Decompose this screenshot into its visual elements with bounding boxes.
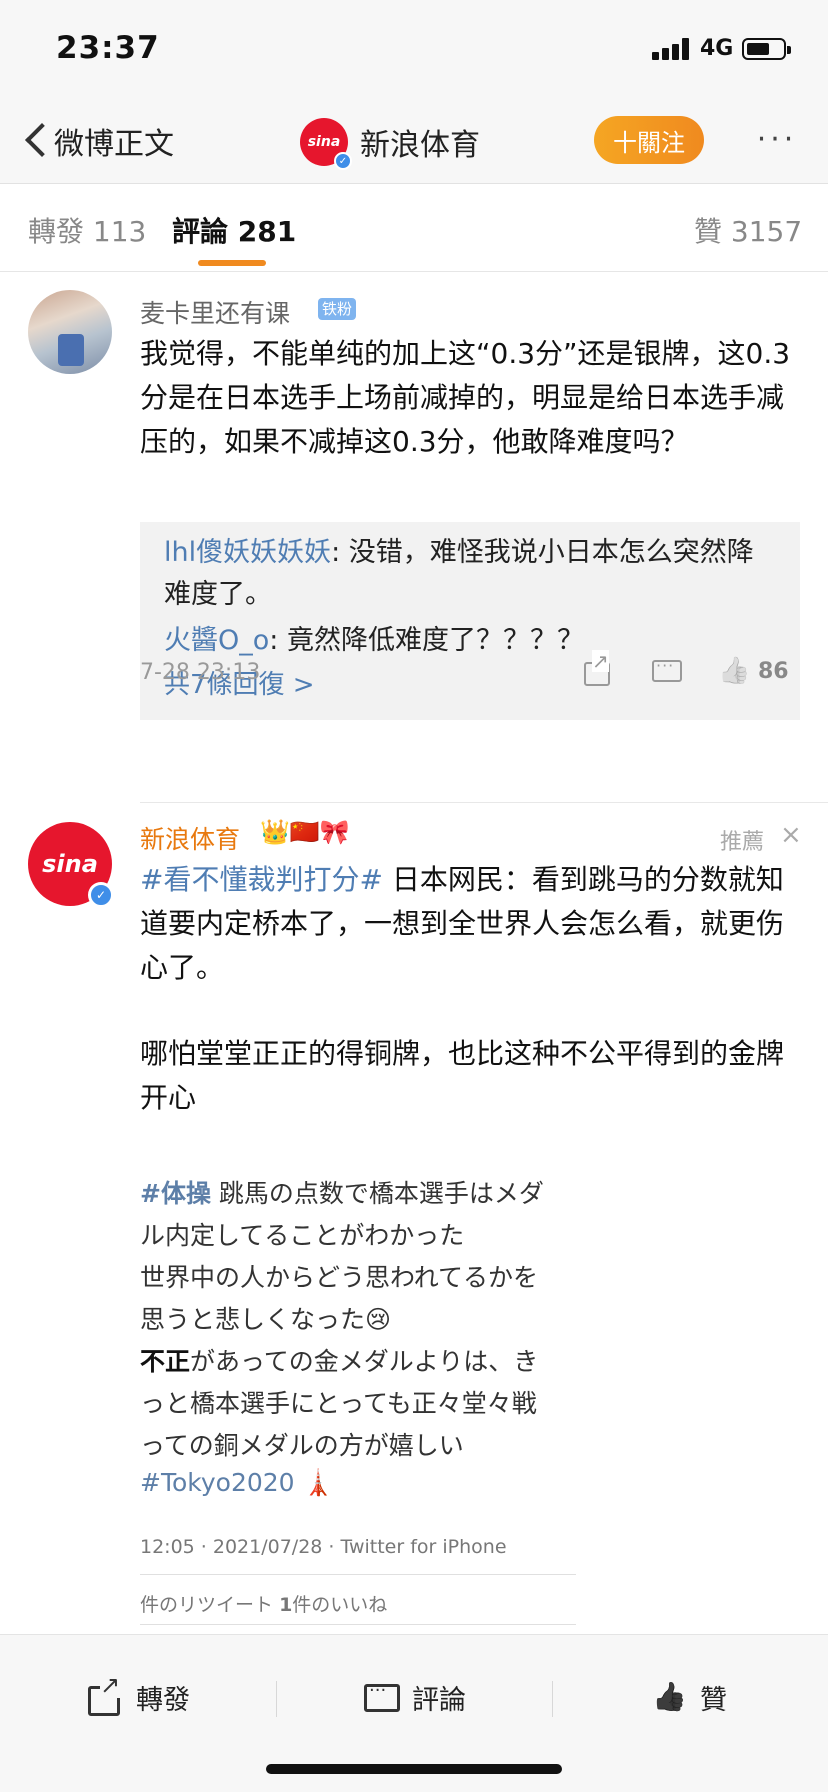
user-badges: 👑🇨🇳🎀: [260, 818, 350, 846]
image-retweet-meta: 件のリツイート 1件のいいね: [140, 1590, 387, 1617]
tab-likes-count: 3157: [730, 215, 803, 248]
image-retweet-a: 件のリツイート: [140, 1594, 274, 1616]
post-text: #看不懂裁判打分# 日本网民：看到跳马的分数就知道要内定桥本了，一想到全世界人会…: [140, 858, 800, 990]
like-icon[interactable]: [716, 656, 750, 686]
like-label: 贊: [700, 1684, 727, 1716]
divider: [276, 1681, 277, 1717]
image-text-line: 世界中の人からどう思われてるかを: [140, 1263, 539, 1292]
image-retweet-c: 件のいいね: [292, 1594, 388, 1616]
reply-text: : 竟然降低难度了？？？？: [269, 625, 584, 656]
image-text-line: っと橋本選手にとっても正々堂々戦: [140, 1389, 537, 1418]
repost-label: 轉發: [136, 1684, 190, 1716]
home-indicator[interactable]: [266, 1764, 562, 1774]
comment-text: 我觉得，不能单纯的加上这“0.3分”还是银牌，这0.3分是在日本选手上场前减掉的…: [140, 337, 791, 458]
image-text: があっての金メダルよりは、き: [190, 1347, 539, 1376]
image-retweet-b: 1: [279, 1594, 293, 1616]
tab-bar: 轉發 113 評論 281 贊 3157: [0, 184, 828, 272]
back-button[interactable]: 微博正文: [20, 118, 174, 164]
tab-reposts-count: 113: [92, 215, 147, 248]
image-text-line: っての銅メダルの方が嬉しい: [140, 1431, 464, 1460]
image-text-line: 思うと悲しくなった😢: [140, 1305, 392, 1334]
like-button[interactable]: 贊: [650, 1675, 727, 1719]
comment-actions: 86: [580, 650, 789, 686]
chevron-left-icon: [20, 118, 50, 164]
close-icon[interactable]: ×: [780, 820, 802, 850]
battery-icon: [742, 38, 791, 60]
verified-icon: ✓: [334, 152, 352, 170]
sina-logo-icon: sina ✓: [300, 118, 352, 170]
image-text-bold: 不正: [140, 1347, 191, 1376]
reply-icon[interactable]: [648, 656, 682, 686]
reply-item: lhl傻妖妖妖妖: 没错，难怪我说小日本怎么突然降难度了。: [164, 532, 776, 616]
image-divider: [140, 1624, 576, 1625]
divider: [552, 1681, 553, 1717]
repost-button[interactable]: 轉發: [86, 1672, 190, 1719]
share-icon: [86, 1672, 122, 1716]
status-time: 23:37: [56, 30, 160, 66]
comment-username[interactable]: 麦卡里还有课: [140, 294, 290, 330]
comment-button[interactable]: 評論: [362, 1675, 466, 1719]
like-count: 86: [758, 658, 789, 684]
nav-bar: 微博正文 sina ✓ 新浪体育 十關注 ···: [0, 100, 828, 184]
tab-comments-count: 281: [237, 215, 297, 248]
hashtag-link[interactable]: #看不懂裁判打分#: [140, 863, 383, 896]
follow-button[interactable]: 十關注: [594, 116, 704, 164]
reply-username[interactable]: 火醬O_o: [164, 625, 269, 656]
tab-reposts-label: 轉發: [28, 215, 85, 248]
tab-likes[interactable]: 贊 3157: [694, 210, 802, 250]
like-icon: [650, 1680, 686, 1714]
avatar[interactable]: [28, 290, 112, 374]
network-label: 4G: [700, 36, 734, 61]
share-icon[interactable]: [580, 650, 614, 686]
reply-username[interactable]: lhl傻妖妖妖妖: [164, 537, 331, 568]
tab-comments[interactable]: 評論 281: [172, 210, 296, 250]
account-header[interactable]: sina ✓ 新浪体育: [300, 114, 480, 170]
tab-reposts[interactable]: 轉發 113: [28, 210, 146, 250]
image-text-line: ル内定してることがわかった: [140, 1221, 465, 1250]
verified-icon: ✓: [88, 882, 114, 908]
recommend-label: 推薦: [720, 830, 765, 855]
image-text-line: #体操 跳馬の点数で橋本選手はメダ: [140, 1174, 576, 1210]
signal-icon: [652, 38, 694, 60]
tab-comments-label: 評論: [172, 215, 229, 248]
account-name: 新浪体育: [360, 128, 480, 163]
post-image[interactable]: #体操 跳馬の点数で橋本選手はメダ ル内定してることがわかった 世界中の人からど…: [140, 1134, 576, 1630]
status-bar: 23:37 4G: [0, 0, 828, 100]
divider: [140, 802, 828, 803]
comment-timestamp: 7-28 23:13: [140, 660, 261, 685]
image-text-line: #Tokyo2020 🗼: [140, 1468, 334, 1497]
back-label: 微博正文: [54, 127, 174, 162]
active-tab-indicator: [198, 260, 266, 266]
reply-preview-box[interactable]: lhl傻妖妖妖妖: 没错，难怪我说小日本怎么突然降难度了。 火醬O_o: 竟然降…: [140, 522, 800, 720]
comment-label: 評論: [412, 1684, 466, 1716]
image-text-line: 不正があっての金メダルよりは、き: [140, 1342, 576, 1378]
image-divider: [140, 1574, 576, 1575]
image-text: 跳馬の点数で橋本選手はメダ: [210, 1179, 544, 1208]
post-text-2: 哪怕堂堂正正的得铜牌，也比这种不公平得到的金牌开心: [140, 1037, 785, 1114]
image-hashtag: #体操: [140, 1179, 211, 1208]
tab-likes-label: 贊: [694, 215, 723, 248]
post-username[interactable]: 新浪体育: [140, 820, 240, 856]
more-options-icon[interactable]: ···: [752, 120, 802, 160]
avatar[interactable]: sina ✓: [28, 822, 114, 908]
image-tweet-meta: 12:05 · 2021/07/28 · Twitter for iPhone: [140, 1536, 507, 1558]
fan-badge: 铁粉: [318, 298, 357, 320]
comment-icon: [362, 1680, 400, 1714]
